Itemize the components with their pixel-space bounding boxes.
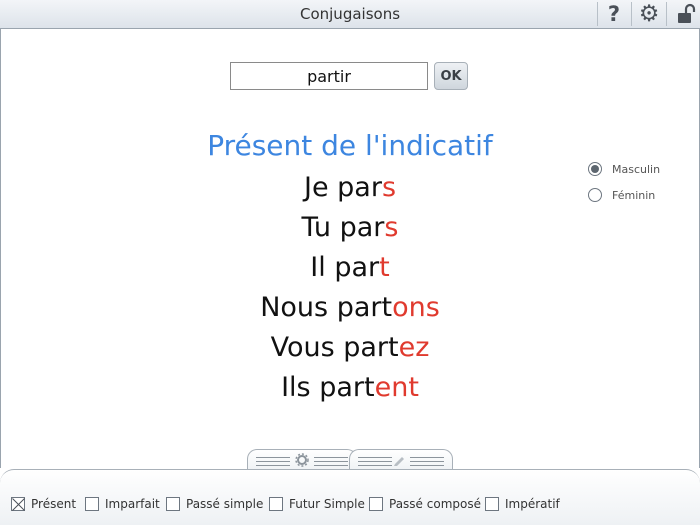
pencil-icon	[394, 457, 404, 466]
radio-label: Féminin	[612, 188, 656, 202]
tense-title: Présent de l'indicatif	[207, 129, 493, 162]
ok-button[interactable]: OK	[434, 62, 468, 90]
toolbar-separator	[631, 2, 632, 26]
checkbox-label: Passé simple	[186, 497, 264, 511]
checkbox[interactable]	[269, 497, 283, 511]
conjugation-line: Tu pars	[301, 212, 399, 243]
conjugation-line: Il part	[310, 252, 390, 283]
checkbox-label: Futur Simple	[289, 497, 365, 511]
checkbox-label: Imparfait	[105, 497, 160, 511]
conjugation-line: Ils partent	[281, 372, 419, 403]
checkbox-imperatif[interactable]: Impératif	[485, 497, 560, 511]
checkbox-label: Impératif	[505, 497, 560, 511]
toolbar-separator	[597, 2, 598, 26]
lock-open-icon[interactable]	[672, 3, 698, 25]
help-icon[interactable]: ?	[601, 3, 627, 25]
checkbox-label: Passé composé	[389, 497, 481, 511]
checkbox-label: Présent	[31, 497, 77, 511]
gear-icon	[295, 453, 309, 467]
title-bar: Conjugaisons ? ⚙	[0, 0, 700, 29]
checkbox-passe-compose[interactable]: Passé composé	[369, 497, 481, 511]
checkbox-present[interactable]: Présent	[11, 497, 76, 511]
conjugation-line: Nous partons	[260, 292, 440, 323]
checkbox-passe-simple[interactable]: Passé simple	[166, 497, 263, 511]
checkbox-imparfait[interactable]: Imparfait	[85, 497, 160, 511]
verb-input[interactable]	[230, 62, 428, 90]
conjugation-line: Vous partez	[270, 332, 430, 363]
checkbox[interactable]	[11, 497, 25, 511]
checkbox[interactable]	[166, 497, 180, 511]
checkbox-futur-simple[interactable]: Futur Simple	[269, 497, 365, 511]
app-title: Conjugaisons	[299, 5, 401, 23]
checkbox[interactable]	[485, 497, 499, 511]
gear-icon[interactable]: ⚙	[636, 3, 662, 26]
toolbar-separator	[666, 2, 667, 26]
checkbox[interactable]	[369, 497, 383, 511]
radio-masculin[interactable]: Masculin	[588, 162, 660, 176]
checkbox[interactable]	[85, 497, 99, 511]
radio-label: Masculin	[612, 162, 661, 176]
radio-feminin[interactable]: Féminin	[588, 188, 655, 202]
radio-button[interactable]	[588, 188, 602, 202]
radio-button[interactable]	[588, 162, 602, 176]
